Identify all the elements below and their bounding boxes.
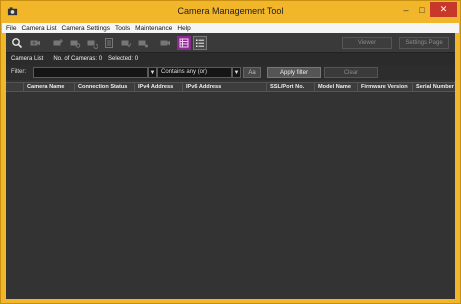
column-header-firmware-version[interactable]: Firmware Version <box>357 83 412 92</box>
camera-ip-icon[interactable] <box>158 36 172 50</box>
menu-tools[interactable]: Tools <box>115 25 130 32</box>
filter-label: Filter: <box>11 69 26 75</box>
menu-bar: File Camera List Camera Settings Tools M… <box>2 23 459 33</box>
column-header-ssl-port[interactable]: SSL/Port No. <box>266 83 314 92</box>
app-window: Camera Management Tool – □ ✕ File Camera… <box>0 0 461 304</box>
menu-camera-settings[interactable]: Camera Settings <box>62 25 110 32</box>
column-header-model-name[interactable]: Model Name <box>314 83 357 92</box>
camera-count: No. of Cameras: 0 <box>53 56 103 62</box>
filter-mode-dropdown[interactable]: ▼ <box>232 67 241 78</box>
column-header-connection-status[interactable]: Connection Status <box>74 83 134 92</box>
camera-list-header: Camera List No. of Cameras: 0 Selected: … <box>6 53 455 65</box>
maximize-button[interactable]: □ <box>414 2 430 17</box>
title-bar: Camera Management Tool – □ ✕ <box>1 1 460 23</box>
document-icon[interactable] <box>102 36 116 50</box>
camera-refresh-icon[interactable] <box>85 36 99 50</box>
menu-file[interactable]: File <box>6 25 16 32</box>
selected-count: Selected: 0 <box>108 56 139 62</box>
column-header-ipv6-address[interactable]: IPv6 Address <box>182 83 266 92</box>
camera-list-title: Camera List <box>11 56 44 62</box>
close-button[interactable]: ✕ <box>430 2 457 17</box>
match-case-button[interactable]: Aa <box>243 67 261 78</box>
viewer-button[interactable]: Viewer <box>342 37 392 49</box>
column-header-ipv4-address[interactable]: IPv4 Address <box>134 83 182 92</box>
filter-history-dropdown[interactable]: ▼ <box>148 67 157 78</box>
column-header-serial-number[interactable]: Serial Number <box>412 83 455 92</box>
camera-network-icon[interactable] <box>136 36 150 50</box>
main-content: Viewer Settings Page Camera List No. of … <box>6 33 455 299</box>
window-title: Camera Management Tool <box>177 6 284 16</box>
filter-mode-select[interactable]: Contains any (or) <box>157 67 232 78</box>
table-header: Camera Name Connection Status IPv4 Addre… <box>6 82 455 92</box>
toolbar: Viewer Settings Page <box>6 33 455 53</box>
grid-view-icon[interactable] <box>177 36 191 50</box>
menu-maintenance[interactable]: Maintenance <box>135 25 172 32</box>
menu-help[interactable]: Help <box>177 25 190 32</box>
search-icon[interactable] <box>10 36 24 50</box>
filter-input[interactable] <box>33 67 148 78</box>
camera-settings-icon[interactable] <box>68 36 82 50</box>
chevron-down-icon: ▼ <box>233 69 240 76</box>
minimize-button[interactable]: – <box>398 2 414 17</box>
chevron-down-icon: ▼ <box>149 69 156 76</box>
menu-camera-list[interactable]: Camera List <box>21 25 56 32</box>
clear-button[interactable]: Clear <box>324 67 378 78</box>
apply-filter-button[interactable]: Apply filter <box>267 67 321 78</box>
camera-check-icon[interactable] <box>119 36 133 50</box>
list-view-icon[interactable] <box>193 36 207 50</box>
table-body[interactable] <box>6 93 455 299</box>
column-header-camera-name[interactable]: Camera Name <box>23 83 74 92</box>
camera-table: Camera Name Connection Status IPv4 Addre… <box>6 80 455 299</box>
camera-icon[interactable] <box>28 36 42 50</box>
camera-add-icon[interactable] <box>51 36 65 50</box>
settings-page-button[interactable]: Settings Page <box>399 37 449 49</box>
filter-bar: Filter: ▼ Contains any (or) ▼ Aa Apply f… <box>6 65 455 80</box>
column-header-select[interactable] <box>6 83 23 92</box>
